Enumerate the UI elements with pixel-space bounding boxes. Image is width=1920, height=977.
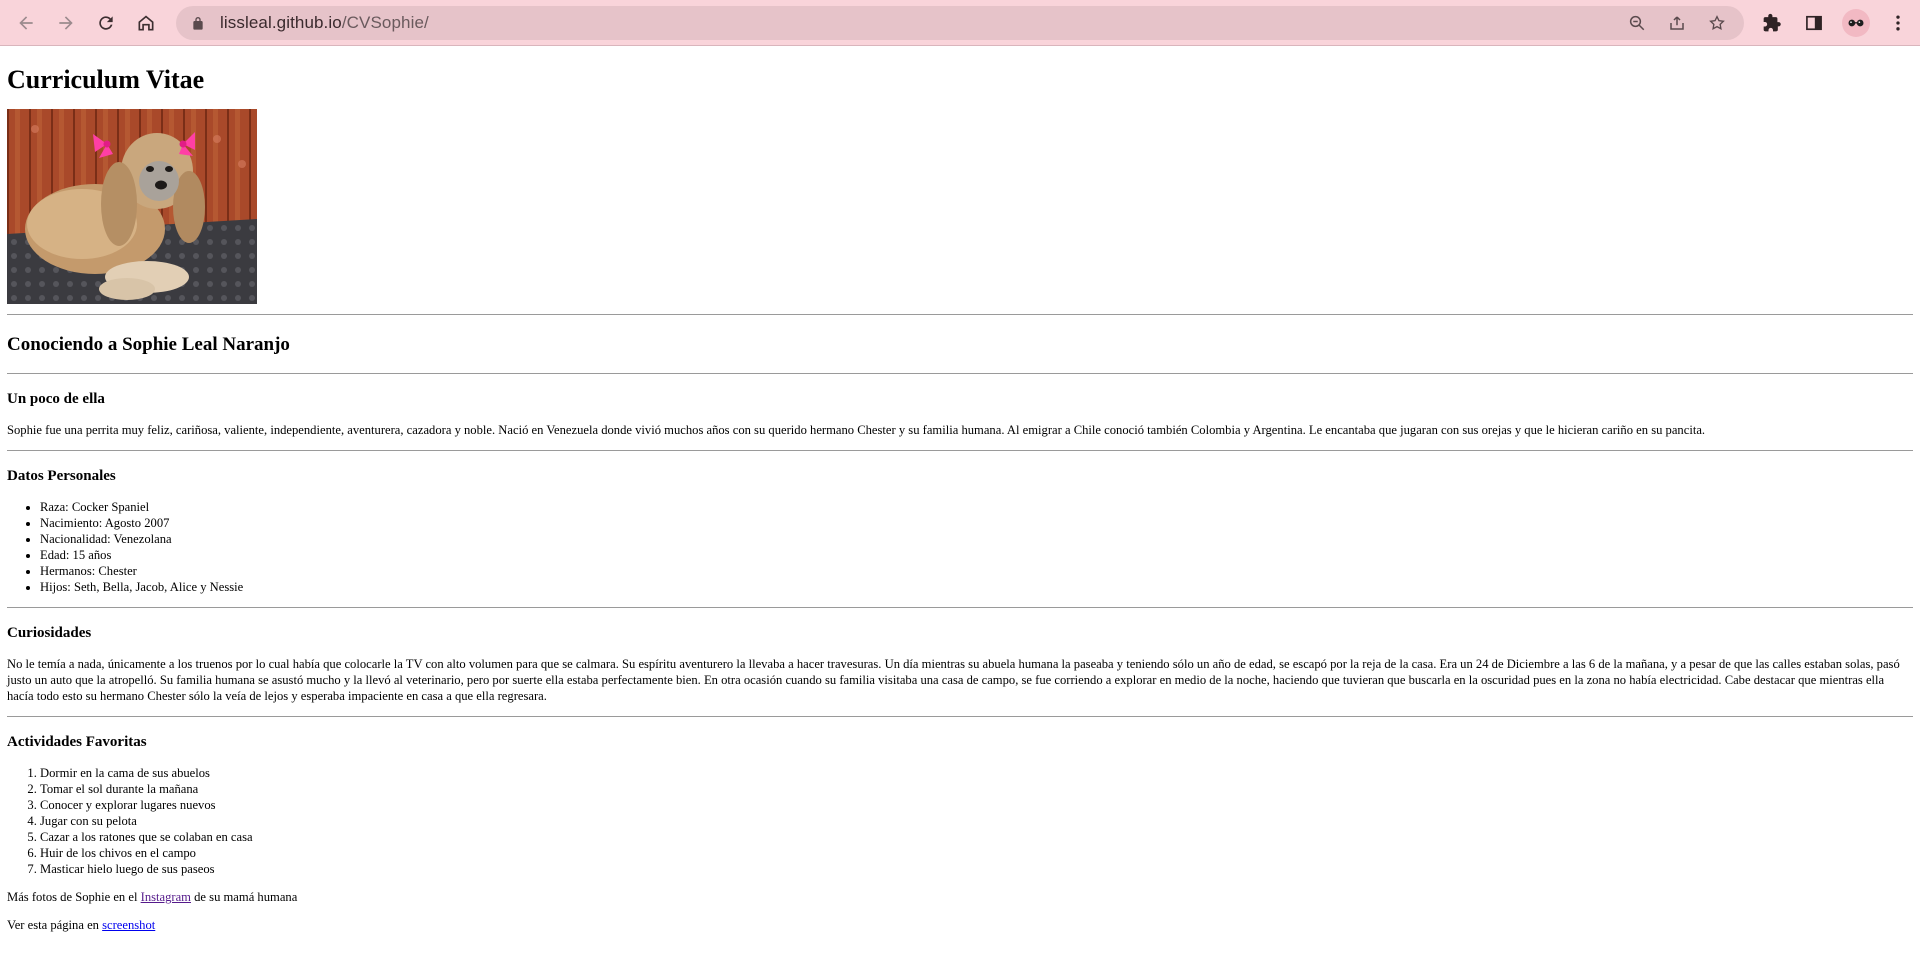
- arrow-right-icon: [59, 15, 73, 30]
- list-item: Raza: Cocker Spaniel: [40, 499, 1913, 515]
- puzzle-icon: [1763, 13, 1781, 32]
- url-host: lissleal.github.io: [220, 13, 342, 32]
- instagram-line: Más fotos de Sophie en el Instagram de s…: [7, 889, 1913, 905]
- list-item: Tomar el sol durante la mañana: [40, 781, 1913, 797]
- home-icon: [138, 15, 154, 30]
- browser-toolbar: lissleal.github.io/CVSophie/: [0, 0, 1920, 46]
- glasses-icon: [1848, 19, 1864, 27]
- lock-icon[interactable]: [190, 15, 206, 31]
- about-text: Sophie fue una perrita muy feliz, cariño…: [7, 423, 1706, 437]
- divider: [7, 607, 1913, 608]
- divider: [7, 716, 1913, 717]
- url-path: /CVSophie/: [341, 13, 429, 32]
- star-icon: [1709, 15, 1725, 30]
- arrow-left-icon: [19, 15, 33, 30]
- home-button[interactable]: [128, 5, 164, 41]
- screenshot-line-before: Ver esta página en: [7, 918, 103, 932]
- divider: [7, 450, 1913, 451]
- list-item: Conocer y explorar lugares nuevos: [40, 797, 1913, 813]
- list-item: Dormir en la cama de sus abuelos: [40, 765, 1913, 781]
- list-item: Hijos: Seth, Bella, Jacob, Alice y Nessi…: [40, 579, 1913, 595]
- address-bar-actions: [1624, 6, 1730, 40]
- list-item: Huir de los chivos en el campo: [40, 845, 1913, 861]
- share-icon: [1670, 16, 1684, 30]
- divider: [7, 373, 1913, 374]
- personal-data-list: Raza: Cocker Spaniel Nacimiento: Agosto …: [7, 499, 1913, 595]
- activities-heading: Actividades Favoritas: [7, 734, 147, 750]
- reload-icon: [99, 15, 113, 30]
- divider: [7, 314, 1913, 315]
- avatar: [1842, 9, 1870, 37]
- list-item: Edad: 15 años: [40, 547, 1913, 563]
- share-button[interactable]: [1664, 10, 1690, 36]
- navigation-buttons: [8, 5, 164, 41]
- curiosities-text: No le temía a nada, únicamente a los tru…: [7, 657, 1900, 703]
- personal-data-heading: Datos Personales: [7, 468, 116, 484]
- url-text[interactable]: lissleal.github.io/CVSophie/: [220, 13, 429, 33]
- dog-photo: [7, 109, 257, 304]
- forward-button[interactable]: [48, 5, 84, 41]
- page-content: Curriculum Vitae Conociendo a Sophie Lea…: [0, 47, 1920, 977]
- zoom-out-icon: [1629, 15, 1645, 31]
- list-item: Jugar con su pelota: [40, 813, 1913, 829]
- address-bar[interactable]: lissleal.github.io/CVSophie/: [176, 6, 1744, 40]
- instagram-line-after: de su mamá humana: [190, 890, 298, 904]
- menu-button[interactable]: [1882, 7, 1914, 39]
- list-item: Masticar hielo luego de sus paseos: [40, 861, 1913, 877]
- list-item: Hermanos: Chester: [40, 563, 1913, 579]
- list-item: Nacimiento: Agosto 2007: [40, 515, 1913, 531]
- list-item: Nacionalidad: Venezolana: [40, 531, 1913, 547]
- reload-button[interactable]: [88, 5, 124, 41]
- extensions-button[interactable]: [1756, 7, 1788, 39]
- screenshot-line: Ver esta página en screenshot: [7, 917, 1913, 933]
- side-panel-button[interactable]: [1798, 7, 1830, 39]
- page-title: Curriculum Vitae: [7, 65, 205, 94]
- activities-list: Dormir en la cama de sus abuelos Tomar e…: [7, 765, 1913, 877]
- screenshot-link[interactable]: screenshot: [102, 918, 155, 932]
- section-heading: Conociendo a Sophie Leal Naranjo: [7, 334, 290, 355]
- browser-actions: [1756, 5, 1914, 41]
- list-item: Cazar a los ratones que se colaban en ca…: [40, 829, 1913, 845]
- instagram-line-before: Más fotos de Sophie en el: [7, 890, 141, 904]
- about-heading: Un poco de ella: [7, 391, 105, 407]
- profile-button[interactable]: [1840, 7, 1872, 39]
- curiosities-heading: Curiosidades: [7, 625, 92, 641]
- bookmark-button[interactable]: [1704, 10, 1730, 36]
- more-vert-icon: [1896, 15, 1900, 31]
- back-button[interactable]: [8, 5, 44, 41]
- zoom-button[interactable]: [1624, 10, 1650, 36]
- side-panel-icon: [1806, 15, 1822, 31]
- instagram-link[interactable]: Instagram: [141, 890, 191, 904]
